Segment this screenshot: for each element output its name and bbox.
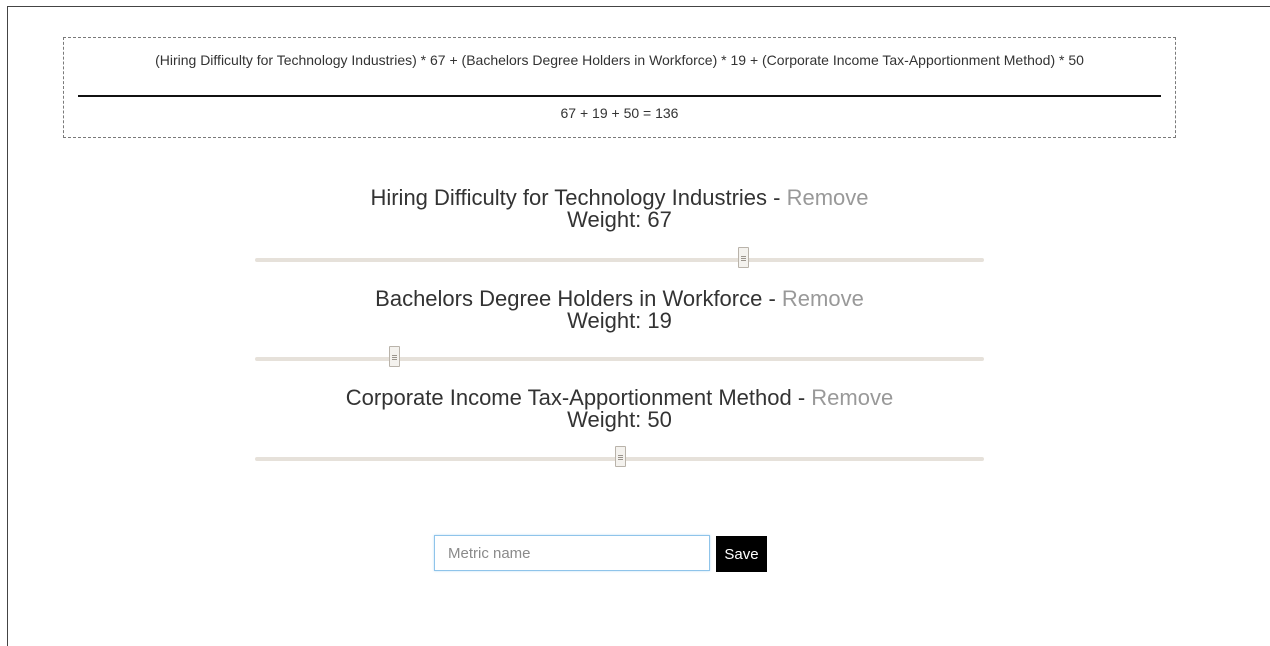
metric-hiring-difficulty: Hiring Difficulty for Technology Industr… bbox=[255, 187, 984, 268]
grip-icon bbox=[391, 355, 397, 356]
metric-title: Corporate Income Tax-Apportionment Metho… bbox=[255, 387, 984, 409]
weight-slider[interactable] bbox=[255, 446, 984, 467]
slider-handle[interactable] bbox=[614, 446, 626, 467]
weighted-formula-box: (Hiring Difficulty for Technology Indust… bbox=[63, 37, 1176, 138]
metric-weight-label: Weight: 67 bbox=[567, 207, 672, 232]
formula-divider-line bbox=[78, 95, 1161, 97]
save-button[interactable]: Save bbox=[716, 536, 767, 572]
weight-slider[interactable] bbox=[255, 346, 984, 367]
metric-name-input[interactable] bbox=[434, 535, 710, 571]
metric-weight-label: Weight: 50 bbox=[567, 407, 672, 432]
slider-handle[interactable] bbox=[388, 346, 400, 367]
formula-denominator: 67 + 19 + 50 = 136 bbox=[560, 105, 679, 121]
remove-metric-link[interactable]: Remove bbox=[811, 385, 893, 410]
metric-title-separator: - bbox=[767, 185, 787, 210]
remove-metric-link[interactable]: Remove bbox=[782, 286, 864, 311]
grip-icon bbox=[617, 455, 623, 456]
slider-handle[interactable] bbox=[738, 247, 750, 268]
formula-numerator: (Hiring Difficulty for Technology Indust… bbox=[155, 52, 1084, 68]
metric-title-separator: - bbox=[791, 385, 812, 410]
metric-bachelors-degree: Bachelors Degree Holders in Workforce - … bbox=[255, 288, 984, 367]
metric-title-separator: - bbox=[762, 286, 782, 311]
metric-corporate-income-tax: Corporate Income Tax-Apportionment Metho… bbox=[255, 387, 984, 467]
metric-title: Hiring Difficulty for Technology Industr… bbox=[255, 187, 984, 209]
weight-slider[interactable] bbox=[255, 247, 984, 268]
remove-metric-link[interactable]: Remove bbox=[787, 185, 869, 210]
grip-icon bbox=[741, 256, 747, 257]
metric-weight-label: Weight: 19 bbox=[567, 308, 672, 333]
metric-title: Bachelors Degree Holders in Workforce - … bbox=[255, 288, 984, 310]
